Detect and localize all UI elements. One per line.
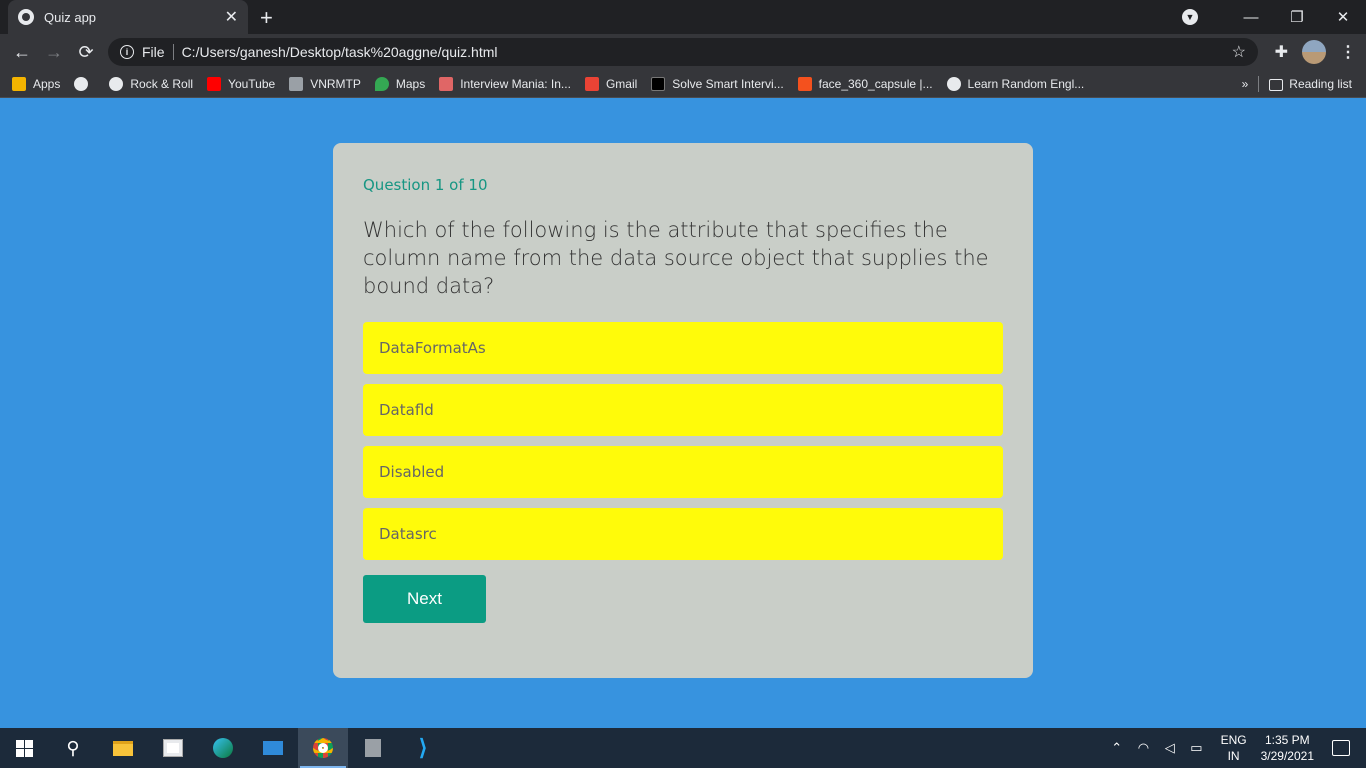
youtube-icon [207,76,222,91]
lang-top: ENG [1220,733,1247,747]
avatar[interactable] [1302,40,1326,64]
bookmark-label: Rock & Roll [130,76,194,91]
divider [1258,76,1260,92]
bookmark-label: Apps [33,76,61,91]
windows-taskbar: ⚲ ⟩ ⌃ ◠ ◁ ▭ ENG IN 1:35 PM 3/29/2021 [0,728,1366,768]
bookmark-vnrmtp[interactable]: VNRMTP [289,76,361,91]
globe-icon [74,76,89,91]
minimize-icon[interactable]: — [1228,9,1274,26]
bookmark-interview-mania[interactable]: Interview Mania: In... [439,76,571,91]
info-icon[interactable]: i [120,45,134,59]
forward-arrow-icon[interactable]: → [38,42,70,63]
extensions-puzzle-icon[interactable]: ✚ [1275,42,1288,62]
quiz-card: Question 1 of 10 Which of the following … [333,143,1033,678]
clock-time: 1:35 PM [1264,733,1310,747]
question-counter: Question 1 of 10 [363,176,488,194]
vnr-icon [289,76,304,91]
bookmark-star-icon[interactable]: ☆ [1232,42,1246,62]
reload-icon[interactable]: ⟳ [70,42,102,63]
window-controls: ▼ — ❐ ✕ [1182,0,1366,34]
chrome-icon[interactable] [298,728,348,768]
browser-toolbar: ← → ⟳ i File C:/Users/ganesh/Desktop/tas… [0,34,1366,70]
url-text[interactable]: C:/Users/ganesh/Desktop/task%20aggne/qui… [182,44,1232,60]
mail-icon[interactable] [248,728,298,768]
back-arrow-icon[interactable]: ← [6,42,38,63]
tab-quiz-app[interactable]: Quiz app ✕ [8,0,248,34]
answer-option[interactable]: Disabled [363,446,1003,498]
system-tray: ⌃ ◠ ◁ ▭ ENG IN 1:35 PM 3/29/2021 [1111,728,1366,768]
bookmark-maps[interactable]: Maps [374,76,426,91]
file-label: File [142,44,165,60]
bookmark-apps[interactable]: Apps [12,76,61,91]
bookmark-label: YouTube [228,76,276,91]
restore-icon[interactable]: ❐ [1274,8,1320,26]
interview-mania-icon [439,76,454,91]
tab-strip: Quiz app ✕ + ▼ — ❐ ✕ [0,0,1366,34]
bookmark-label: face_360_capsule |... [818,76,933,91]
answer-options: DataFormatAs Datafld Disabled Datasrc [363,322,1003,560]
bookmark-label: VNRMTP [310,76,361,91]
store-icon[interactable] [148,728,198,768]
edge-icon[interactable] [198,728,248,768]
bookmark-youtube[interactable]: YouTube [207,76,276,91]
gmail-icon [584,76,599,91]
vscode-icon[interactable]: ⟩ [398,728,448,768]
reading-list-label: Reading list [1289,77,1352,91]
bookmarks-bar: Apps Rock & Roll YouTube VNRMTP Maps Int… [0,70,1366,98]
close-window-icon[interactable]: ✕ [1320,8,1366,26]
bookmarks-overflow-button[interactable]: » [1242,77,1249,91]
windows-logo-icon [15,739,33,757]
new-tab-button[interactable]: + [260,5,273,31]
close-tab-icon[interactable]: ✕ [225,7,238,27]
more-menu-icon[interactable]: ⋮ [1340,42,1356,62]
clock-date: 3/29/2021 [1260,749,1314,763]
tray-icons[interactable]: ⌃ ◠ ◁ ▭ [1111,740,1208,756]
profile-menu-icon[interactable]: ▼ [1182,9,1198,25]
question-text: Which of the following is the attribute … [363,218,989,298]
bookmarks-right: » Reading list [1242,70,1352,98]
bookmark-label: Solve Smart Intervi... [672,76,784,91]
maps-pin-icon [374,76,389,91]
answer-option[interactable]: Datasrc [363,508,1003,560]
bookmark-label: Gmail [605,76,638,91]
bookmark-label: Learn Random Engl... [967,76,1085,91]
bookmark-gmail[interactable]: Gmail [584,76,638,91]
bookmark-face360[interactable]: face_360_capsule |... [797,76,933,91]
app-icon[interactable] [348,728,398,768]
answer-option[interactable]: DataFormatAs [363,322,1003,374]
page-body: Question 1 of 10 Which of the following … [0,98,1366,728]
globe-icon [18,9,34,25]
bookmark-label: Interview Mania: In... [460,76,571,91]
globe-icon [109,76,124,91]
answer-option[interactable]: Datafld [363,384,1003,436]
lang-bottom: IN [1227,749,1240,763]
reading-list-icon [1269,78,1284,91]
file-explorer-icon[interactable] [98,728,148,768]
solve-smart-icon [651,76,666,91]
bookmark-learn-english[interactable]: Learn Random Engl... [946,76,1085,91]
start-button[interactable] [0,728,48,768]
tab-title: Quiz app [44,9,97,25]
search-icon[interactable]: ⚲ [48,728,98,768]
bookmark-rock-roll[interactable]: Rock & Roll [109,76,194,91]
address-bar[interactable]: i File C:/Users/ganesh/Desktop/task%20ag… [108,38,1258,66]
reading-list-button[interactable]: Reading list [1269,77,1352,91]
clock[interactable]: 1:35 PM 3/29/2021 [1261,732,1314,764]
toolbar-actions: ✚ ⋮ [1275,34,1356,70]
next-button[interactable]: Next [363,575,486,623]
language-indicator[interactable]: ENG IN [1221,732,1247,764]
apps-grid-icon [12,76,26,91]
bookmark-solve-smart[interactable]: Solve Smart Intervi... [651,76,784,91]
bookmark-globe[interactable] [74,76,95,91]
notifications-icon[interactable] [1332,740,1350,756]
divider [172,44,174,60]
face360-icon [797,76,812,91]
bookmark-label: Maps [395,76,426,91]
wordpress-icon [946,76,961,91]
